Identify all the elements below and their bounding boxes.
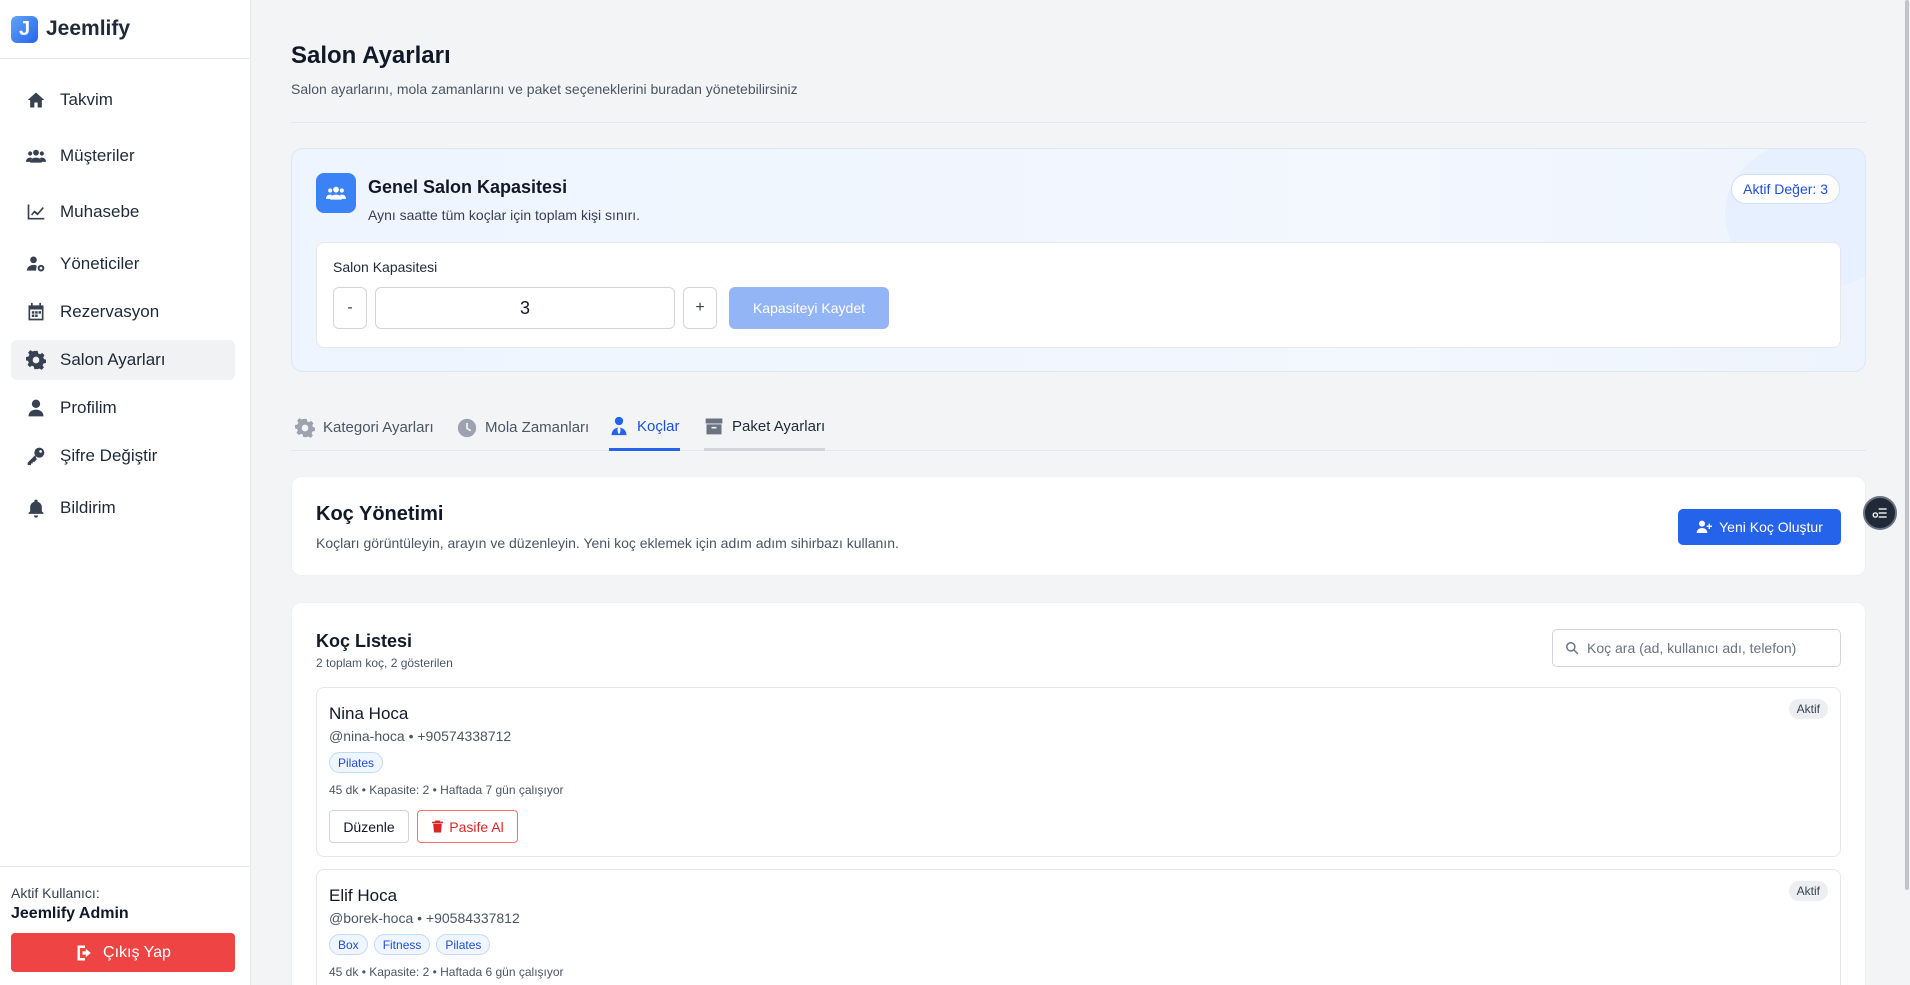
- sidebar-item-profilim[interactable]: Profilim: [11, 388, 235, 428]
- coach-item: Elif Hoca @borek-hoca • +90584337812 Akt…: [316, 869, 1841, 985]
- coach-meta: @nina-hoca • +90574338712: [329, 728, 512, 744]
- tab-label: Paket Ayarları: [732, 417, 826, 435]
- coach-list-count: 2 toplam koç, 2 gösterilen: [316, 656, 453, 670]
- logout-label: Çıkış Yap: [103, 943, 171, 961]
- coach-tags: Box Fitness Pilates: [329, 934, 491, 955]
- capacity-form: Salon Kapasitesi - 3 + Kapasiteyi Kaydet: [316, 242, 1841, 348]
- sidebar-item-yoneticiler[interactable]: Yöneticiler: [11, 244, 235, 284]
- category-tag: Fitness: [373, 934, 431, 955]
- deactivate-label: Pasife Al: [449, 818, 504, 835]
- sidebar-item-takvim[interactable]: Takvim: [11, 80, 235, 120]
- logout-button[interactable]: Çıkış Yap: [11, 933, 235, 972]
- sidebar-item-label: Takvim: [60, 90, 113, 109]
- gear-icon: [295, 417, 315, 438]
- tab-kategori-ayarlari[interactable]: Kategori Ayarları: [295, 404, 434, 451]
- users-icon: [316, 173, 356, 213]
- save-capacity-button[interactable]: Kapasiteyi Kaydet: [729, 287, 889, 329]
- capacity-description: Aynı saatte tüm koçlar için toplam kişi …: [368, 207, 641, 223]
- status-badge: Aktif: [1788, 699, 1828, 719]
- brand-name: Jeemlify: [46, 17, 131, 40]
- settings-tabs: Kategori Ayarları Mola Zamanları Koçlar …: [291, 404, 1866, 451]
- sidebar-item-bildirim[interactable]: Bildirim: [11, 488, 235, 528]
- coach-management-title: Koç Yönetimi: [316, 503, 444, 525]
- increment-button[interactable]: +: [683, 287, 717, 329]
- coach-name: Nina Hoca: [329, 704, 409, 723]
- coach-meta: @borek-hoca • +90584337812: [329, 910, 520, 926]
- tab-paket-ayarlari[interactable]: Paket Ayarları: [704, 404, 826, 451]
- coach-management-description: Koçları görüntüleyin, arayın ve düzenley…: [316, 535, 899, 551]
- sidebar-item-label: Profilim: [60, 398, 117, 417]
- search-placeholder: Koç ara (ad, kullanıcı adı, telefon): [1587, 640, 1797, 656]
- coach-info: 45 dk • Kapasite: 2 • Haftada 7 gün çalı…: [329, 783, 564, 797]
- tab-mola-zamanlari[interactable]: Mola Zamanları: [457, 404, 589, 451]
- sidebar-item-sifre-degistir[interactable]: Şifre Değiştir: [11, 436, 235, 476]
- home-icon: [27, 92, 45, 108]
- floating-menu-button[interactable]: [1863, 496, 1897, 530]
- status-badge: Aktif: [1788, 881, 1828, 901]
- coach-management-card: Koç Yönetimi Koçları görüntüleyin, arayı…: [291, 476, 1866, 576]
- coach-search-input[interactable]: Koç ara (ad, kullanıcı adı, telefon): [1552, 629, 1841, 667]
- bell-icon: [28, 499, 44, 518]
- coach-name: Elif Hoca: [329, 886, 398, 905]
- capacity-input[interactable]: 3: [375, 287, 675, 329]
- sidebar-item-label: Müşteriler: [60, 146, 135, 165]
- chart-line-icon: [27, 204, 45, 220]
- capacity-card: Genel Salon Kapasitesi Aynı saatte tüm k…: [291, 148, 1866, 372]
- coach-list-title: Koç Listesi: [316, 631, 413, 651]
- page-subtitle: Salon ayarlarını, mola zamanlarını ve pa…: [291, 81, 798, 97]
- search-icon: [1566, 642, 1579, 655]
- deactivate-coach-button[interactable]: Pasife Al: [417, 810, 518, 843]
- box-icon: [705, 418, 723, 435]
- calendar-icon: [28, 302, 44, 321]
- edit-coach-button[interactable]: Düzenle: [329, 810, 409, 843]
- tab-koclar[interactable]: Koçlar: [609, 404, 680, 451]
- key-icon: [27, 447, 45, 466]
- users-icon: [26, 149, 46, 163]
- capacity-title: Genel Salon Kapasitesi: [368, 177, 568, 197]
- coach-tags: Pilates: [329, 752, 384, 773]
- sidebar-item-salon-ayarlari[interactable]: Salon Ayarları: [11, 340, 235, 380]
- category-tag: Pilates: [436, 934, 491, 955]
- trash-icon: [432, 820, 444, 833]
- gear-icon: [26, 350, 46, 370]
- divider: [291, 122, 1866, 123]
- coach-info: 45 dk • Kapasite: 2 • Haftada 6 gün çalı…: [329, 965, 564, 979]
- brand[interactable]: J Jeemlify: [0, 0, 250, 59]
- sidebar-item-label: Bildirim: [60, 498, 116, 517]
- decrement-button[interactable]: -: [333, 287, 367, 329]
- tab-label: Kategori Ayarları: [323, 419, 434, 436]
- clock-icon: [457, 418, 477, 437]
- sidebar-item-rezervasyon[interactable]: Rezervasyon: [11, 292, 235, 332]
- user-gear-icon: [26, 256, 45, 272]
- page-title: Salon Ayarları: [291, 42, 451, 69]
- brand-logo: J: [11, 15, 38, 43]
- sidebar-item-musteriler[interactable]: Müşteriler: [11, 136, 235, 176]
- list-settings-icon: [1872, 508, 1887, 518]
- active-user-panel: Aktif Kullanıcı: Jeemlify Admin Çıkış Ya…: [0, 866, 251, 985]
- coach-item: Nina Hoca @nina-hoca • +90574338712 Akti…: [316, 687, 1841, 857]
- sidebar-item-label: Yöneticiler: [60, 254, 140, 273]
- user-plus-icon: [1696, 520, 1713, 533]
- user-icon: [28, 399, 44, 417]
- scrollbar-thumb[interactable]: [1905, 0, 1909, 890]
- tab-label: Koçlar: [637, 417, 680, 435]
- active-user-name: Jeemlify Admin: [11, 905, 129, 922]
- sidebar-item-label: Şifre Değiştir: [60, 446, 158, 465]
- new-coach-label: Yeni Koç Oluştur: [1719, 519, 1823, 535]
- user-tie-icon: [611, 416, 627, 436]
- logout-icon: [77, 945, 91, 960]
- category-tag: Box: [329, 934, 368, 955]
- new-coach-button[interactable]: Yeni Koç Oluştur: [1678, 509, 1841, 545]
- sidebar-item-muhasebe[interactable]: Muhasebe: [11, 192, 235, 232]
- sidebar: J Jeemlify Takvim Müşteriler Muhasebe Yö…: [0, 0, 251, 985]
- sidebar-item-label: Salon Ayarları: [60, 350, 166, 369]
- active-user-caption: Aktif Kullanıcı:: [11, 885, 100, 901]
- sidebar-item-label: Muhasebe: [60, 202, 140, 221]
- coach-list-card: Koç Listesi 2 toplam koç, 2 gösterilen K…: [291, 602, 1866, 985]
- capacity-field-label: Salon Kapasitesi: [333, 259, 438, 275]
- category-tag: Pilates: [329, 752, 384, 773]
- tab-label: Mola Zamanları: [485, 419, 590, 436]
- sidebar-item-label: Rezervasyon: [60, 302, 160, 321]
- active-value-badge: Aktif Değer: 3: [1731, 174, 1840, 204]
